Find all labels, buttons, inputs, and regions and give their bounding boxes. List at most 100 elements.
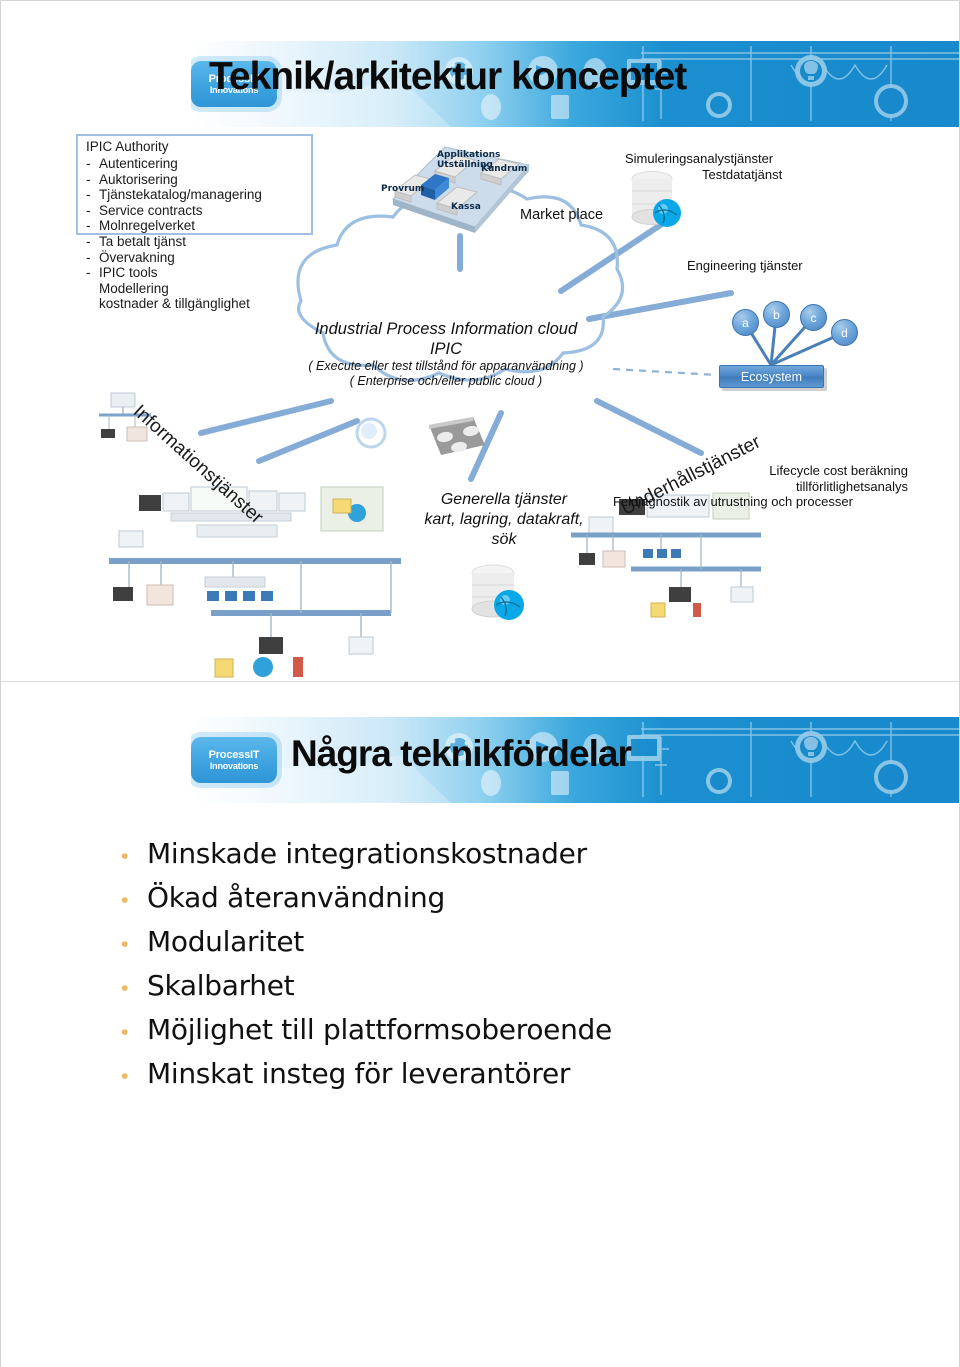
list-item-label: Service contracts [99,202,203,218]
list-item: • Skalbarhet [121,969,612,1002]
benefits-bullet-list: • Minskade integrationskostnader • Ökad … [121,837,612,1101]
list-item: kostnader & tillgänglighet [86,296,262,312]
ecosystem-connectors [743,316,844,367]
network-diagram-right-small [571,492,761,618]
bullet-icon: • [121,1065,129,1088]
line-cloud-to-generella [468,410,504,482]
list-item-label: Möjlighet till plattformsoberoende [147,1013,612,1046]
ecosystem-node-d: d [831,319,858,346]
marketplace-label: Market place [520,207,604,223]
line-cloud-to-simulering [558,211,680,294]
marketplace-platform-graphic: Provrum Applikations Utställning Kundrum… [379,141,539,236]
line-cloud-to-info-upper [198,398,334,436]
logo-line-1: ProcessIT [208,749,260,761]
list-item-label: Modularitet [147,925,304,958]
bullet-icon: • [121,1021,129,1044]
dash: - [86,249,91,265]
svg-text:Applikations: Applikations [437,150,500,160]
ecosystem-node-b: b [763,301,790,328]
list-item-label: Skalbarhet [147,969,295,1002]
cloud-line-4: ( Enterprise och/eller public cloud ) [349,374,543,388]
list-item-label: Autenticering [99,156,178,171]
line-cloud-to-underhall [594,398,704,456]
generella-line-1: Generella tjänster [440,491,568,508]
list-item: - Service contracts [86,203,262,219]
svg-text:Kassa: Kassa [451,202,481,212]
list-item: - Övervakning [86,250,262,266]
ecosystem-node-c: c [800,304,827,331]
list-item: • Minskat insteg för leverantörer [121,1057,612,1090]
list-item: - Tjänstekatalog/managering [86,187,262,203]
dash: - [86,218,91,234]
list-item: • Möjlighet till plattformsoberoende [121,1013,612,1046]
ecosystem-node-a: a [732,309,759,336]
list-item: - Molnregelverket [86,218,262,234]
svg-text:Provrum: Provrum [381,184,424,194]
document-page: ProcessIT Innovations Teknik/arkitektur … [0,0,960,1367]
bullet-icon: • [121,889,129,912]
database-globe-simulering [631,171,681,227]
list-item-label: Minskade integrationskostnader [147,837,587,870]
list-item-label: Övervakning [99,249,175,265]
list-item-label: Auktorisering [99,171,178,187]
cloud-line-3: ( Execute eller test tillstånd för appar… [308,359,584,373]
bullet-icon: • [121,933,129,956]
list-item-label: Modellering [99,280,169,296]
lifecycle-line-2: tillförlitlighetsanalys [796,478,908,494]
dash: - [86,265,91,281]
bullet-icon: • [121,977,129,1000]
line-cloud-to-info-lower [256,418,360,464]
marketplace-svg: Provrum Applikations Utställning Kundrum… [381,146,530,233]
ecosystem-node-c-label: c [810,310,817,325]
dash: - [86,156,91,171]
generella-tjanster-block: Generella tjänster kart, lagring, datakr… [409,490,599,550]
slide-2: ProcessIT Innovations Några teknikfördel… [1,682,959,1367]
svg-text:Kundrum: Kundrum [481,164,527,174]
generella-line-2: kart, lagring, datakraft, [424,511,584,528]
slide-1: ProcessIT Innovations Teknik/arkitektur … [1,1,959,682]
informationstjanster-label: Informationstjänster [128,401,268,529]
list-item: - Auktorisering [86,172,262,188]
list-item-label: Molnregelverket [99,218,196,234]
bullet-icon: • [121,845,129,868]
ecosystem-node-a-label: a [742,315,749,330]
slide2-header-banner: ProcessIT Innovations Några teknikfördel… [191,717,959,803]
processit-logo: ProcessIT Innovations [191,737,277,783]
cloud-line-2: IPIC [429,340,463,358]
ecosystem-node-b-label: b [773,307,780,322]
list-item-label: Minskat insteg för leverantörer [147,1057,571,1090]
generella-line-3: sök [491,531,517,548]
list-item-label: kostnader & tillgänglighet [99,296,250,312]
ecosystem-box: Ecosystem [719,365,824,388]
cloud-text-block: Industrial Process Information cloud IPI… [241,319,651,389]
dash: - [86,233,91,249]
slide2-title: Några teknikfördelar [291,733,632,774]
ipic-authority-list: - Autenticering - Auktorisering - Tjänsteka… [86,156,262,312]
database-globe-generella [471,564,524,620]
line-cloud-to-engineering [586,290,734,322]
list-item-label: IPIC tools [99,265,158,281]
dash: - [86,202,91,218]
logo-line-2: Innovations [209,761,259,771]
dash: - [86,171,91,187]
slide1-header-banner: ProcessIT Innovations Teknik/arkitektur … [191,41,959,127]
cloud-line-1: Industrial Process Information cloud [314,320,578,338]
slide1-title: Teknik/arkitektur konceptet [209,55,687,98]
ecosystem-label: Ecosystem [740,369,803,384]
list-item: • Modularitet [121,925,612,958]
list-item-label: Tjänstekatalog/managering [99,187,262,203]
list-item: Modellering [86,281,262,297]
ipic-authority-title: IPIC Authority [86,139,169,154]
lifecycle-line-1: Lifecycle cost beräkning [769,463,908,478]
list-item-label: Ökad återanvändning [147,881,445,914]
list-item: • Ökad återanvändning [121,881,612,914]
list-item-label: Ta betalt tjänst [99,233,187,249]
ecosystem-node-d-label: d [841,325,848,340]
simuleringsanalystjanster-label: Simuleringsanalystjänster [625,151,774,166]
small-device-icon [429,417,485,455]
lifecycle-block: Lifecycle cost beräkning tillförlitlighe… [613,463,908,510]
testdatatjanst-label: Testdatatjänst [702,167,783,182]
list-item: - Autenticering [86,156,262,172]
cloud-small-circle [355,417,387,449]
list-item: - IPIC tools [86,265,262,281]
